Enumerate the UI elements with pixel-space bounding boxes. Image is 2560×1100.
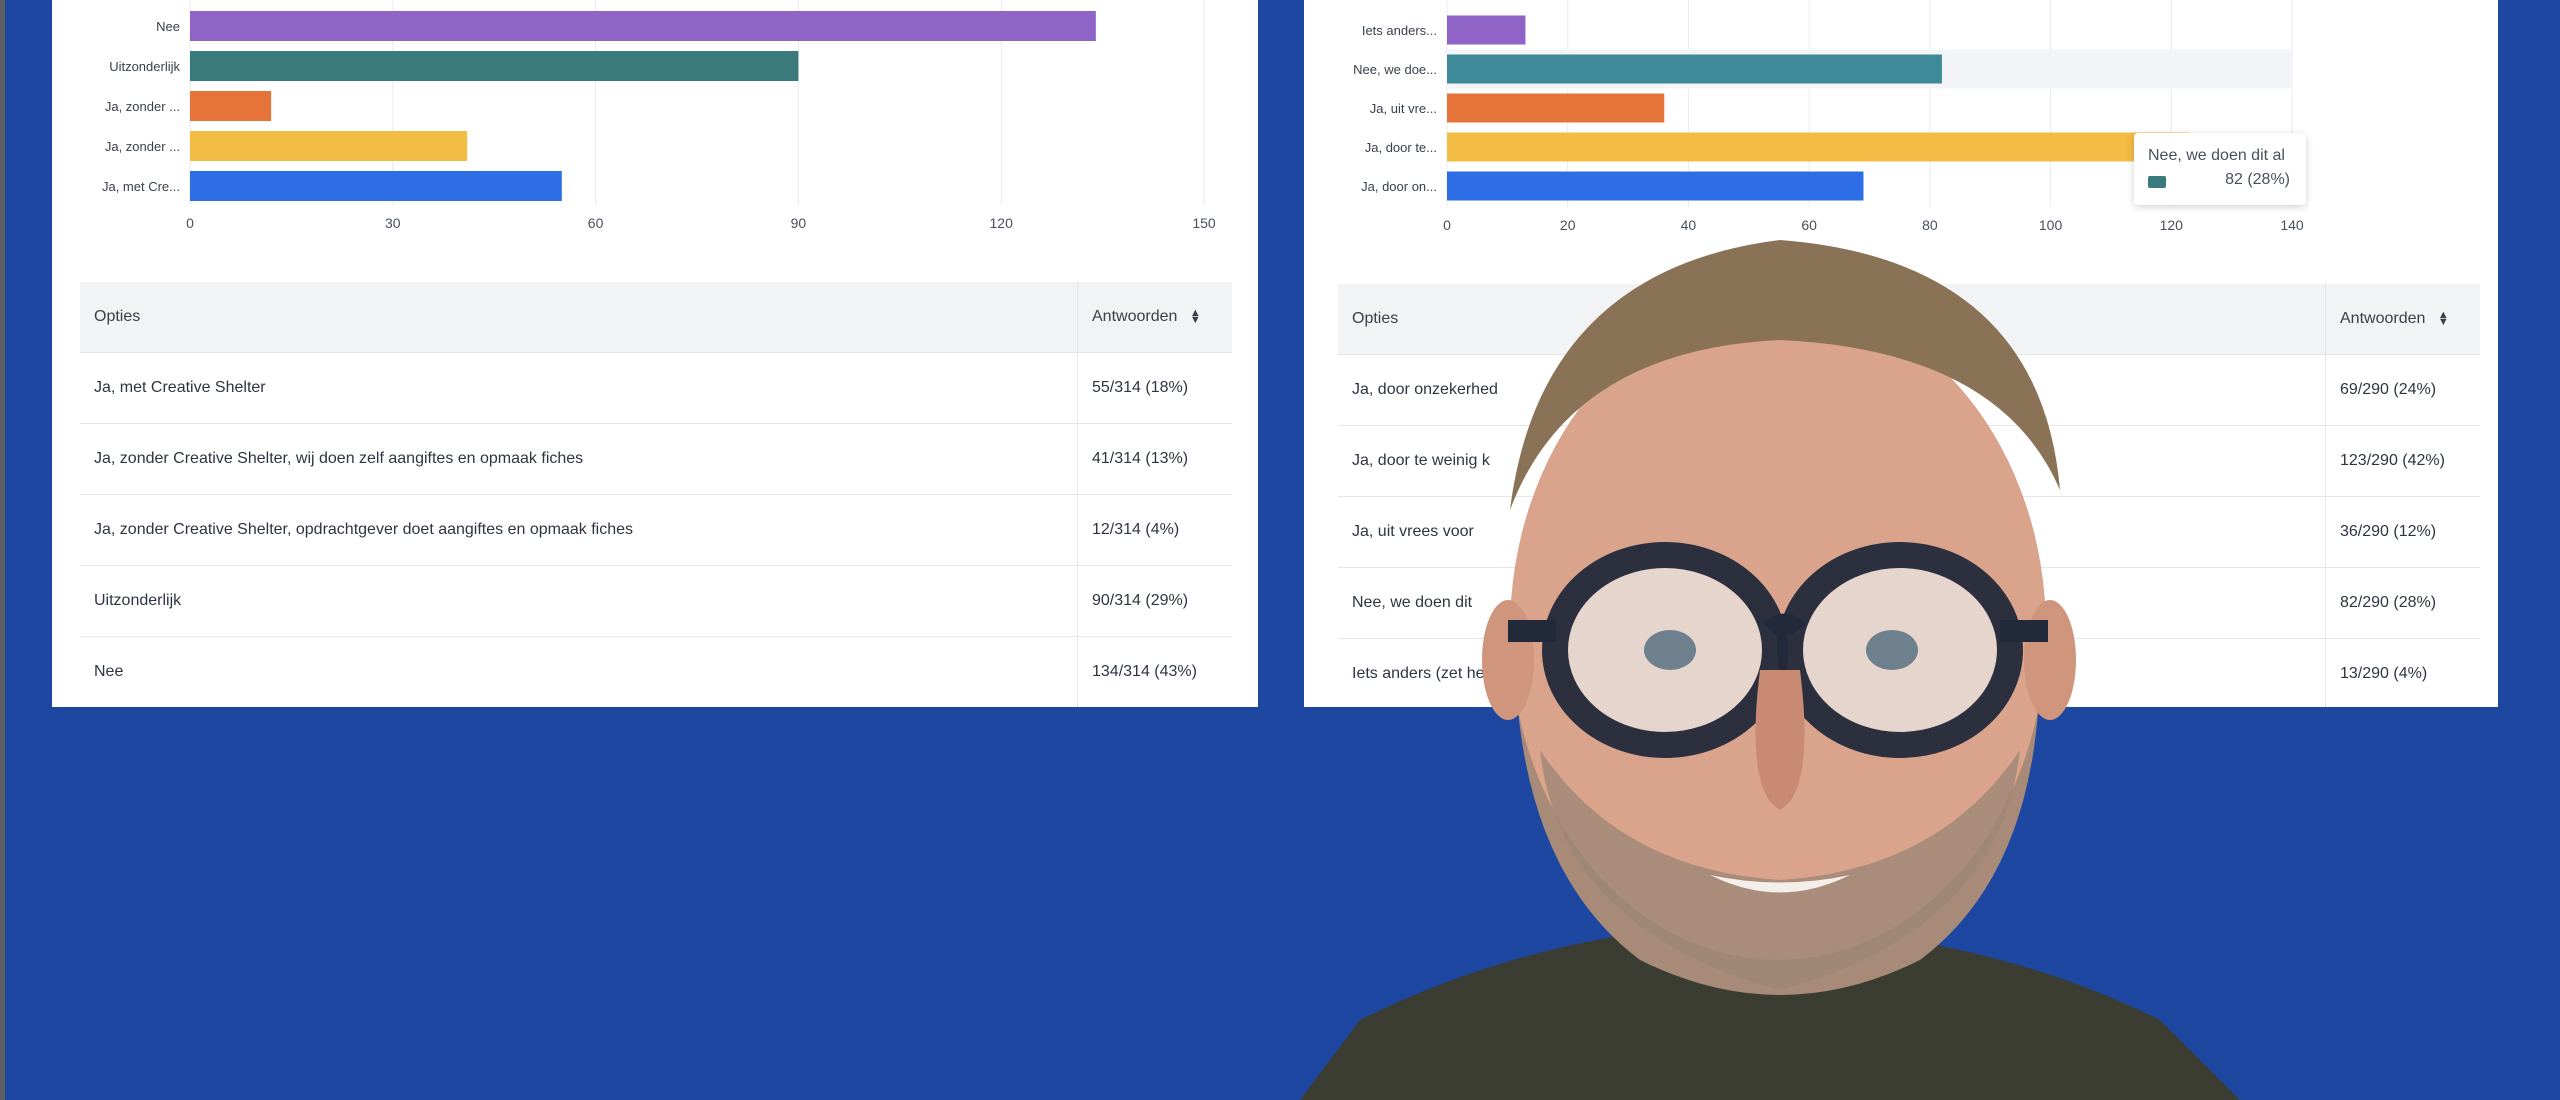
answers-cell: 82/290 (28%) xyxy=(2325,567,2480,639)
option-cell: Uitzonderlijk xyxy=(80,565,1078,637)
tooltip-color-swatch xyxy=(2148,176,2166,188)
category-label: Ja, met Cre... xyxy=(102,179,180,194)
answers-cell: 90/314 (29%) xyxy=(1077,565,1232,637)
column-header-answers-label: Antwoorden xyxy=(2340,310,2426,327)
answers-cell: 134/314 (43%) xyxy=(1077,636,1232,707)
x-tick-label: 0 xyxy=(186,215,194,231)
sort-icon[interactable]: ▲ ▼ xyxy=(1190,307,1201,325)
option-cell: Ja, zonder Creative Shelter, opdrachtgev… xyxy=(80,494,1078,566)
category-label: Ja, uit vre... xyxy=(1370,101,1437,116)
column-header-answers[interactable]: Antwoorden ▲ ▼ xyxy=(1077,282,1232,353)
table-row: Ja, zonder Creative Shelter, opdrachtgev… xyxy=(80,494,1232,566)
bar-chart-left: 0 30 60 90 120 150 Nee Uitzonderlijk Ja, zonder … xyxy=(52,0,1258,250)
table-row: Uitzonderlijk 90/314 (29%) xyxy=(80,565,1232,637)
survey-results-panel-left: 0 30 60 90 120 150 Nee Uitzonderlijk Ja, zonder … xyxy=(52,0,1258,707)
table-row: Nee 134/314 (43%) xyxy=(80,636,1232,707)
category-label: Ja, door on... xyxy=(1361,179,1437,194)
bar[interactable] xyxy=(1447,132,2190,162)
answers-cell: 123/290 (42%) xyxy=(2325,425,2480,497)
x-tick-label: 60 xyxy=(588,215,604,231)
option-cell: Nee xyxy=(80,636,1078,707)
bar[interactable] xyxy=(190,131,468,161)
category-label: Ja, zonder ... xyxy=(105,99,180,114)
tooltip-title: Nee, we doen dit al xyxy=(2148,147,2285,164)
bar[interactable] xyxy=(1447,171,1864,201)
category-label: Nee xyxy=(156,19,180,34)
bar-chart-right: 0 20 40 60 80 100 120 140 Iets anders... Nee, we … xyxy=(1304,0,2498,250)
category-label: Uitzonderlijk xyxy=(109,59,180,74)
column-header-options: Opties xyxy=(80,282,1078,353)
bar[interactable] xyxy=(1447,15,1526,45)
x-tick-label: 120 xyxy=(990,215,1014,231)
tooltip-value: 82 (28%) xyxy=(2225,171,2290,188)
table-row: Ja, zonder Creative Shelter, wij doen ze… xyxy=(80,423,1232,495)
category-label: Ja, zonder ... xyxy=(105,139,180,154)
sort-icon[interactable]: ▲ ▼ xyxy=(2438,309,2449,327)
results-table-left: Opties Antwoorden ▲ ▼ Ja, met Creative Sh… xyxy=(80,282,1232,707)
bar[interactable] xyxy=(190,91,272,121)
bar[interactable] xyxy=(190,11,1096,41)
bar[interactable] xyxy=(190,51,799,81)
bar[interactable] xyxy=(190,171,562,201)
x-tick-label: 30 xyxy=(385,215,401,231)
chart-tooltip: Nee, we doen dit al 82 (28%) xyxy=(2134,133,2306,205)
presenter-video-overlay xyxy=(1300,240,2240,1100)
column-header-answers[interactable]: Antwoorden ▲ ▼ xyxy=(2325,284,2480,355)
answers-cell: 41/314 (13%) xyxy=(1077,423,1232,495)
bar[interactable] xyxy=(1447,93,1665,123)
option-cell: Ja, zonder Creative Shelter, wij doen ze… xyxy=(80,423,1078,495)
table-row: Ja, met Creative Shelter 55/314 (18%) xyxy=(80,352,1232,424)
answers-cell: 36/290 (12%) xyxy=(2325,496,2480,568)
category-label: Ja, door te... xyxy=(1365,140,1437,155)
x-tick-label: 150 xyxy=(1192,215,1216,231)
answers-cell: 12/314 (4%) xyxy=(1077,494,1232,566)
category-label: Iets anders... xyxy=(1362,23,1437,38)
x-tick-label: 90 xyxy=(791,215,807,231)
answers-cell: 13/290 (4%) xyxy=(2325,638,2480,707)
category-label: Nee, we doe... xyxy=(1353,62,1437,77)
column-header-answers-label: Antwoorden xyxy=(1092,308,1178,325)
bar[interactable] xyxy=(1447,54,1942,84)
answers-cell: 69/290 (24%) xyxy=(2325,354,2480,426)
option-cell: Ja, met Creative Shelter xyxy=(80,352,1078,424)
answers-cell: 55/314 (18%) xyxy=(1077,352,1232,424)
window-edge xyxy=(0,0,5,1100)
